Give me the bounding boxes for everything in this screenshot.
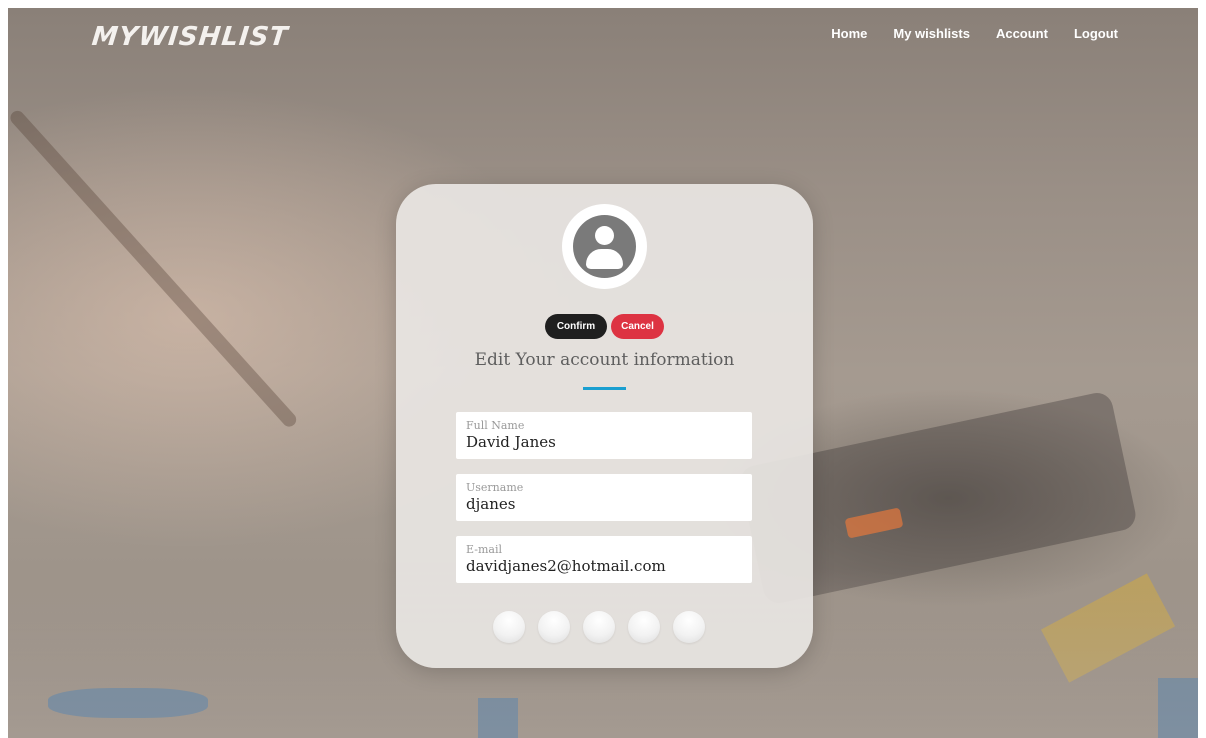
social-circle-icon-5[interactable]	[673, 611, 705, 643]
card-heading: Edit Your account information	[474, 350, 735, 370]
user-circle-icon	[573, 215, 636, 278]
nav-menu: Home My wishlists Account Logout	[831, 26, 1118, 41]
social-circle-icon-1[interactable]	[493, 611, 525, 643]
username-value[interactable]: djanes	[466, 494, 742, 514]
avatar	[562, 204, 647, 289]
top-navbar: MYWISHLIST Home My wishlists Account Log…	[8, 8, 1198, 68]
full-name-value[interactable]: David Janes	[466, 432, 742, 452]
social-icon-row	[493, 611, 705, 643]
cancel-button[interactable]: Cancel	[611, 314, 664, 339]
nav-account-link[interactable]: Account	[996, 26, 1048, 41]
action-buttons: Confirm Cancel	[396, 314, 813, 339]
nav-home-link[interactable]: Home	[831, 26, 867, 41]
confirm-button[interactable]: Confirm	[545, 314, 607, 339]
full-name-field[interactable]: Full Name David Janes	[456, 412, 752, 459]
heading-underline	[583, 387, 626, 390]
social-circle-icon-3[interactable]	[583, 611, 615, 643]
nav-my-wishlists-link[interactable]: My wishlists	[893, 26, 970, 41]
social-circle-icon-4[interactable]	[628, 611, 660, 643]
brand-logo[interactable]: MYWISHLIST	[90, 22, 289, 52]
username-field[interactable]: Username djanes	[456, 474, 752, 521]
nav-logout-link[interactable]: Logout	[1074, 26, 1118, 41]
username-label: Username	[466, 481, 524, 494]
email-value[interactable]: davidjanes2@hotmail.com	[466, 556, 742, 576]
email-label: E-mail	[466, 543, 502, 556]
email-field[interactable]: E-mail davidjanes2@hotmail.com	[456, 536, 752, 583]
social-circle-icon-2[interactable]	[538, 611, 570, 643]
account-edit-card: Confirm Cancel Edit Your account informa…	[396, 184, 813, 668]
full-name-label: Full Name	[466, 419, 525, 432]
